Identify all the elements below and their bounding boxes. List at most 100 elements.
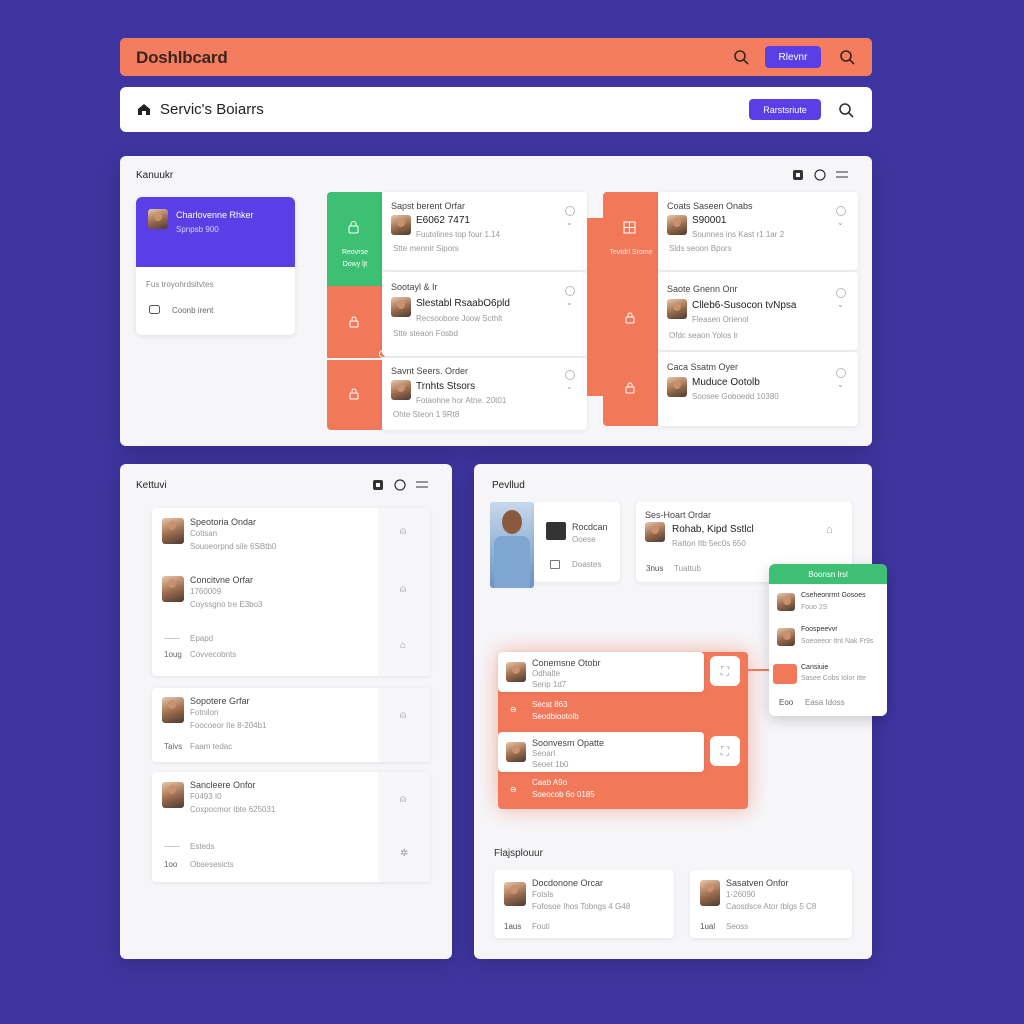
bell-icon[interactable]: ⍝: [400, 794, 406, 805]
bottom-card-sub: 1-26090: [726, 890, 756, 899]
bottom-card-title: Sasatven Onfor: [726, 878, 789, 888]
chevron-down-icon[interactable]: ⌄: [566, 218, 573, 227]
card-detail: Soosee Goboedd 10380: [692, 392, 779, 401]
card-heading: Sootayl & Ir: [391, 282, 438, 292]
kanban-card[interactable]: Coats Saseen Onabs S90001 Sounnes ins Ka…: [658, 192, 858, 270]
divider: [164, 846, 180, 847]
bell-icon[interactable]: ⍝: [400, 526, 406, 537]
gear-icon[interactable]: ✲: [400, 848, 408, 859]
bottom-card-tag2[interactable]: Seoss: [726, 922, 748, 931]
expand-icon[interactable]: ⛶: [710, 736, 740, 766]
profile-link[interactable]: Coonb irent: [172, 306, 213, 315]
status-circle-icon[interactable]: [836, 368, 846, 378]
chevron-down-icon[interactable]: ⌄: [837, 380, 844, 389]
popup-item[interactable]: Foospeevvr Soeoeeor Itnt Nak Fr9s: [769, 624, 887, 658]
column-strip-green[interactable]: Reovrse Dowy ljt: [327, 192, 382, 286]
order-heading: Ses-Hoart Ordar: [645, 510, 712, 520]
profile-card[interactable]: Charlovenne Rhker Spnpsb 900 Fus troyohr…: [136, 197, 295, 335]
item-sub: Fotnilon: [190, 708, 219, 717]
circle-icon[interactable]: [394, 479, 406, 491]
home-icon[interactable]: [136, 102, 152, 116]
bottom-card-tag2[interactable]: Fouti: [532, 922, 550, 931]
search-icon[interactable]: [838, 48, 856, 66]
footer-prefix: Taivs: [164, 742, 183, 751]
chevron-down-icon[interactable]: ⌄: [566, 298, 573, 307]
item-detail: Coxpocmor Ibte 625031: [190, 805, 276, 814]
footer-label[interactable]: Obsesesicts: [190, 860, 234, 869]
popup-footer-link[interactable]: Easa Idoss: [805, 698, 845, 707]
avatar: [162, 518, 184, 544]
kanban-card[interactable]: Sootayl & Ir Slestabl RsaabO6pld Recsoob…: [382, 272, 587, 356]
home-icon[interactable]: ⌂: [400, 640, 406, 651]
kanban-card[interactable]: Saote Gnenn Onr Clleb6-Susocon tvNpsa Fl…: [658, 272, 858, 350]
status-circle-icon[interactable]: [836, 288, 846, 298]
lock-icon: ⊖: [510, 705, 517, 714]
bottom-card[interactable]: Docdonone Orcar Fotsls Fofosoe Ihos Tobn…: [494, 870, 674, 938]
kanban-card[interactable]: Sapst berent Orfar E6062 7471 Fuutolines…: [382, 192, 587, 270]
order-name: Rohab, Kipd Sstlcl: [672, 524, 754, 535]
popup-header: Boonsn lrsl: [769, 564, 887, 584]
flow-item[interactable]: Soonvesm Opatte Seoarl Seoet 1b0: [498, 732, 704, 772]
panel-title: Kanuukr: [136, 170, 174, 181]
card-heading: Savnt Seers. Order: [391, 366, 469, 376]
circle-icon[interactable]: [814, 169, 826, 181]
item-sub: 1760009: [190, 587, 222, 596]
bell-icon[interactable]: ⍝: [400, 710, 406, 721]
column-strip-orange[interactable]: Tevtdrl Srome: [603, 192, 658, 426]
popup-item-sub: Sasee Cobs Iolor itte: [801, 675, 866, 682]
status-circle-icon[interactable]: [836, 206, 846, 216]
table-icon: [550, 560, 560, 569]
bottom-card-detail: Fofosoe Ihos Tobngs 4 G48: [532, 902, 631, 911]
search-icon[interactable]: [837, 101, 855, 119]
list-item[interactable]: Concitvne Orfar 1760009 Coyssgno tre E3b…: [152, 568, 378, 624]
item-title: Sancleere Onfor: [190, 780, 256, 790]
footer-label[interactable]: Covvecobnts: [190, 650, 236, 659]
avatar: [700, 880, 720, 906]
avatar: [162, 697, 184, 723]
popup-item[interactable]: Cansiuie Sasee Cobs Iolor itte: [769, 662, 887, 690]
chevron-down-icon[interactable]: ⌄: [837, 218, 844, 227]
subheader-button[interactable]: Rarstsriute: [749, 99, 821, 120]
kanban-card[interactable]: Savnt Seers. Order Trnhts Stsors Fotaohn…: [382, 358, 587, 430]
item-sub: F0493 I0: [190, 792, 222, 801]
list-item[interactable]: Speotoria Ondar Cotisan Souoeorpnd sile …: [152, 508, 378, 564]
lock-icon[interactable]: [372, 479, 384, 491]
flow-item[interactable]: Conemsne Otobr Odhalte Senp 1d7: [498, 652, 704, 692]
avatar: [504, 882, 526, 906]
status-circle-icon[interactable]: [565, 370, 575, 380]
lock-icon[interactable]: [792, 169, 804, 181]
card-name: E6062 7471: [416, 215, 470, 226]
avatar: [667, 299, 687, 319]
bottom-card[interactable]: Sasatven Onfor 1-26090 Caosdsce Ator tbl…: [690, 870, 852, 938]
card-meta: Stte steaon Fosbd: [393, 329, 458, 338]
top-header: Doshlbcard Rlevnr: [120, 38, 872, 76]
header-button[interactable]: Rlevnr: [765, 46, 821, 68]
detail-panel: Pevllud Rocdcan Ooese Doastes Ses-Hoart …: [474, 464, 887, 959]
popup-card[interactable]: Boonsn lrsl Cseheonrrnt Gosoes Fouo 2S F…: [769, 564, 887, 716]
popup-item-sub: Soeoeeor Itnt Nak Fr9s: [801, 638, 874, 645]
bell-icon[interactable]: ⍝: [400, 584, 406, 595]
popup-item-title: Foospeevvr: [801, 626, 838, 633]
popup-item[interactable]: Cseheonrrnt Gosoes Fouo 2S: [769, 590, 887, 620]
menu-icon[interactable]: [836, 170, 848, 180]
chat-icon[interactable]: [148, 304, 160, 316]
summary-card[interactable]: Rocdcan Ooese Doastes: [534, 502, 620, 582]
summary-action[interactable]: Doastes: [572, 560, 601, 569]
popup-footer: Eoo: [779, 698, 794, 707]
status-circle-icon[interactable]: [565, 286, 575, 296]
status-circle-icon[interactable]: [565, 206, 575, 216]
panel-title: Kettuvi: [136, 480, 167, 491]
summary-sub: Ooese: [572, 535, 596, 544]
footer-label[interactable]: Faam tedac: [190, 742, 232, 751]
monitor-icon: [546, 522, 566, 540]
item-title: Sopotere Grfar: [190, 696, 250, 706]
kanban-card[interactable]: Caca Ssatm Oyer Muduce Ootolb Soosee Gob…: [658, 352, 858, 426]
zoom-icon[interactable]: [732, 48, 750, 66]
chevron-down-icon[interactable]: ⌄: [837, 300, 844, 309]
panel-toolbar: [792, 168, 862, 182]
expand-icon[interactable]: ⛶: [710, 656, 740, 686]
column-tab-label: Tevtdrl Srome: [609, 249, 653, 256]
chevron-down-icon[interactable]: ⌄: [566, 382, 573, 391]
menu-icon[interactable]: [416, 480, 428, 490]
home-icon[interactable]: ⌂: [826, 524, 833, 536]
